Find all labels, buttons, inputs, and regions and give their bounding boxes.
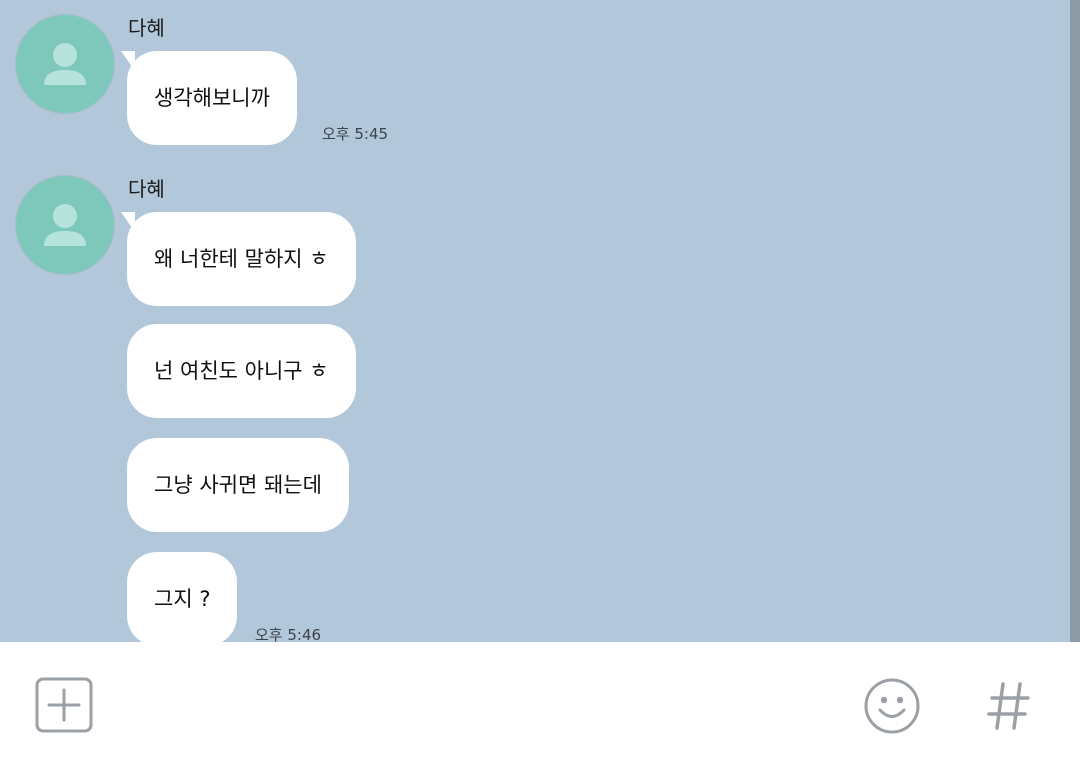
chat-scrollbar[interactable]	[1070, 0, 1080, 642]
sender-avatar[interactable]	[15, 14, 115, 114]
default-profile-icon	[16, 15, 114, 113]
message-bubble[interactable]: 넌 여친도 아니구 ㅎ	[127, 324, 356, 418]
input-bar	[0, 642, 1080, 768]
message-bubble[interactable]: 그지 ?	[127, 552, 238, 642]
hashtag-icon[interactable]	[986, 680, 1032, 732]
sender-name: 다혜	[128, 16, 165, 40]
message-bubble[interactable]: 왜 너한테 말하지 ㅎ	[121, 212, 356, 306]
message-timestamp: 오후 5:46	[255, 626, 322, 642]
message-bubble[interactable]: 그냥 사귀면 돼는데	[127, 438, 349, 532]
chat-screen: 다혜 생각해보니까 오후 5:45 다혜 왜 너한테 말하지 ㅎ 넌 여친도 아…	[0, 0, 1080, 768]
sender-name: 다혜	[128, 177, 165, 201]
default-profile-icon	[16, 176, 114, 274]
sender-avatar[interactable]	[15, 175, 115, 275]
message-bubble[interactable]: 생각해보니까	[121, 51, 297, 145]
chat-message-area[interactable]: 다혜 생각해보니까 오후 5:45 다혜 왜 너한테 말하지 ㅎ 넌 여친도 아…	[0, 0, 1080, 642]
message-timestamp: 오후 5:45	[322, 125, 389, 143]
plus-square-icon[interactable]	[35, 677, 93, 733]
smiley-icon[interactable]	[863, 677, 921, 735]
